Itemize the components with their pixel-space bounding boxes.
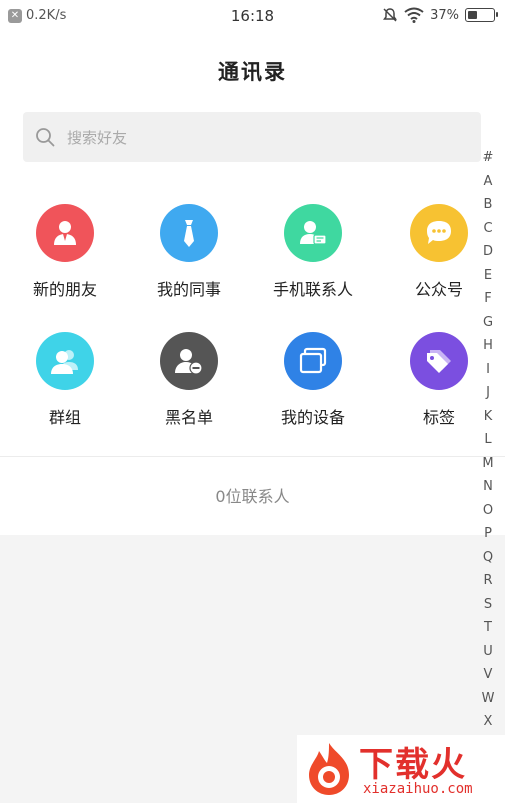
tie-icon bbox=[160, 204, 218, 262]
index-letter[interactable]: D bbox=[479, 240, 497, 264]
watermark-brand: 下载火 bbox=[359, 745, 467, 785]
grid-item-official-accounts[interactable]: 公众号 bbox=[384, 204, 494, 300]
index-letter[interactable]: K bbox=[479, 405, 497, 429]
app-screen: ✕ 0.2K/s 16:18 37% 通讯录 搜索好友 新的朋友 我的同事 手机… bbox=[0, 0, 505, 803]
mute-bell-icon bbox=[383, 8, 398, 22]
grid-item-label: 手机联系人 bbox=[272, 280, 353, 299]
index-letter[interactable]: S bbox=[479, 593, 497, 617]
index-letter[interactable]: O bbox=[479, 499, 497, 523]
new-friend-icon bbox=[36, 204, 94, 262]
chat-bubble-icon bbox=[410, 204, 468, 262]
search-placeholder: 搜索好友 bbox=[67, 129, 128, 147]
grid-item-groups[interactable]: 群组 bbox=[10, 332, 120, 428]
watermark-logo: 下载火 xiazaihuo.com bbox=[297, 735, 505, 803]
device-icon bbox=[284, 332, 342, 390]
index-letter[interactable]: A bbox=[479, 170, 497, 194]
index-letter[interactable]: V bbox=[479, 663, 497, 687]
index-letter[interactable]: M bbox=[479, 452, 497, 476]
index-letter[interactable]: L bbox=[479, 428, 497, 452]
header: 通讯录 bbox=[0, 34, 505, 104]
grid-item-label: 标签 bbox=[422, 408, 455, 427]
watermark-domain: xiazaihuo.com bbox=[363, 781, 473, 797]
battery-icon bbox=[465, 8, 498, 22]
grid-item-colleagues[interactable]: 我的同事 bbox=[134, 204, 244, 300]
index-letter[interactable]: X bbox=[479, 710, 497, 734]
index-letter[interactable]: G bbox=[479, 311, 497, 335]
grid-item-label: 新的朋友 bbox=[32, 280, 97, 299]
index-letter[interactable]: E bbox=[479, 264, 497, 288]
index-letter[interactable]: U bbox=[479, 640, 497, 664]
index-letter[interactable]: R bbox=[479, 569, 497, 593]
index-letter[interactable]: H bbox=[479, 334, 497, 358]
grid-item-label: 群组 bbox=[48, 408, 81, 427]
grid-item-tags[interactable]: 标签 bbox=[384, 332, 494, 428]
contact-count-area: 0位联系人 bbox=[0, 457, 505, 535]
index-letter[interactable]: Q bbox=[479, 546, 497, 570]
index-letter[interactable]: B bbox=[479, 193, 497, 217]
search-icon bbox=[36, 128, 55, 147]
contact-count: 0位联系人 bbox=[215, 487, 290, 506]
flame-logo-icon bbox=[309, 743, 349, 795]
grid-item-blacklist[interactable]: 黑名单 bbox=[134, 332, 244, 428]
grid-item-phone-contacts[interactable]: 手机联系人 bbox=[258, 204, 368, 300]
wifi-icon bbox=[404, 7, 424, 23]
grid-item-label: 公众号 bbox=[414, 280, 463, 299]
alphabet-index[interactable]: # A B C D E F G H I J K L M N O P Q R S T U V W X bbox=[479, 146, 497, 734]
index-letter[interactable]: J bbox=[479, 381, 497, 405]
tag-icon bbox=[410, 332, 468, 390]
entry-grid: 新的朋友 我的同事 手机联系人 公众号 群组 黑名单 我的设备 标签 bbox=[0, 174, 505, 456]
index-letter[interactable]: F bbox=[479, 287, 497, 311]
index-letter[interactable]: # bbox=[479, 146, 497, 170]
page-title: 通讯录 bbox=[218, 60, 287, 84]
battery-level bbox=[468, 11, 477, 19]
group-icon bbox=[36, 332, 94, 390]
grid-item-new-friends[interactable]: 新的朋友 bbox=[10, 204, 120, 300]
index-letter[interactable]: W bbox=[479, 687, 497, 711]
grid-item-label: 黑名单 bbox=[164, 408, 213, 427]
search-input[interactable]: 搜索好友 bbox=[23, 112, 481, 162]
search-area: 搜索好友 bbox=[0, 104, 505, 174]
phone-contact-icon bbox=[284, 204, 342, 262]
index-letter[interactable]: P bbox=[479, 522, 497, 546]
index-letter[interactable]: I bbox=[479, 358, 497, 382]
battery-percent: 37% bbox=[430, 7, 459, 23]
status-bar: ✕ 0.2K/s 16:18 37% bbox=[0, 0, 505, 34]
grid-item-label: 我的同事 bbox=[156, 280, 221, 299]
index-letter[interactable]: C bbox=[479, 217, 497, 241]
grid-item-my-devices[interactable]: 我的设备 bbox=[258, 332, 368, 428]
index-letter[interactable]: N bbox=[479, 475, 497, 499]
index-letter[interactable]: T bbox=[479, 616, 497, 640]
status-icons: 37% bbox=[382, 7, 498, 23]
blocked-user-icon bbox=[160, 332, 218, 390]
grid-item-label: 我的设备 bbox=[280, 408, 345, 427]
